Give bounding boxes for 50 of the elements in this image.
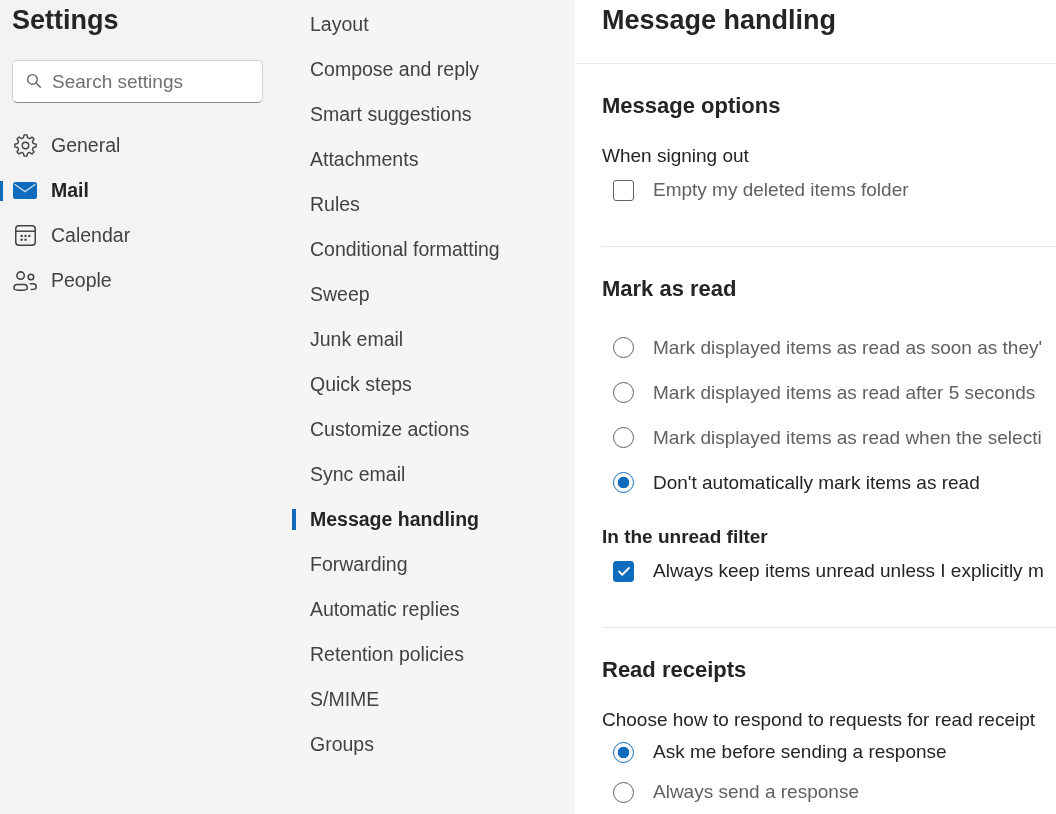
settings-nav-item[interactable]: Quick steps — [292, 362, 426, 407]
people-icon — [13, 270, 37, 291]
option-group-label: When signing out — [602, 144, 749, 168]
radio-button[interactable] — [613, 427, 634, 448]
settings-nav-item[interactable]: Automatic replies — [292, 587, 474, 632]
sidebar-item[interactable]: Calendar — [0, 213, 145, 258]
settings-nav-item[interactable]: Forwarding — [292, 542, 422, 587]
settings-nav-item[interactable]: Sweep — [292, 272, 384, 317]
settings-nav-item[interactable]: Groups — [292, 722, 388, 767]
check-icon — [617, 566, 630, 576]
sidebar-item[interactable]: People — [0, 258, 126, 303]
radio-button[interactable] — [613, 741, 634, 763]
option-label: Mark displayed items as read after 5 seconds — [653, 380, 1036, 405]
sidebar-item[interactable]: General — [0, 123, 135, 168]
radio-button[interactable] — [613, 781, 634, 803]
radio-button[interactable] — [613, 382, 634, 403]
settings-title: Settings — [11, 4, 119, 37]
settings-nav-item[interactable]: Conditional formatting — [292, 227, 514, 272]
checkbox[interactable] — [613, 179, 634, 201]
settings-nav-item[interactable]: Junk email — [292, 317, 418, 362]
option-label: Ask me before sending a response — [653, 740, 947, 764]
option-label: Always keep items unread unless I explicitly m — [653, 559, 1044, 583]
option-label: Mark displayed items as read when the selecti — [653, 425, 1042, 450]
option-label: Always send a response — [653, 780, 859, 804]
section-heading: Message options — [602, 92, 781, 120]
settings-nav-item[interactable]: Customize actions — [292, 407, 484, 452]
settings-nav-item[interactable]: Compose and reply — [292, 47, 494, 92]
settings-nav-item[interactable]: Smart suggestions — [292, 92, 486, 137]
settings-nav-item[interactable]: Attachments — [292, 137, 433, 182]
settings-nav-item[interactable]: Retention policies — [292, 632, 478, 677]
section-heading: Mark as read — [602, 275, 737, 303]
settings-nav-item[interactable]: Sync email — [292, 452, 420, 497]
radio-button[interactable] — [613, 472, 634, 493]
option-label: Empty my deleted items folder — [653, 178, 909, 202]
section-heading: Read receipts — [602, 656, 747, 684]
subsection-heading: In the unread filter — [602, 525, 768, 549]
settings-nav-item[interactable]: Layout — [292, 2, 383, 47]
settings-nav-item[interactable]: S/MIME — [292, 677, 394, 722]
option-label: Mark displayed items as read as soon as they' — [653, 335, 1043, 360]
checkbox[interactable] — [613, 560, 634, 582]
search-field[interactable]: Search settings — [12, 60, 263, 103]
envelope-icon — [13, 182, 37, 199]
option-group-label: Choose how to respond to requests for read receipt — [602, 708, 1036, 732]
page-title: Message handling — [602, 4, 837, 37]
radio-button[interactable] — [613, 337, 634, 358]
settings-nav-item[interactable]: Rules — [292, 182, 374, 227]
search-icon — [27, 74, 41, 88]
option-label: Don't automatically mark items as read — [653, 470, 980, 495]
calendar-icon — [14, 225, 36, 246]
gear-icon — [13, 134, 37, 157]
